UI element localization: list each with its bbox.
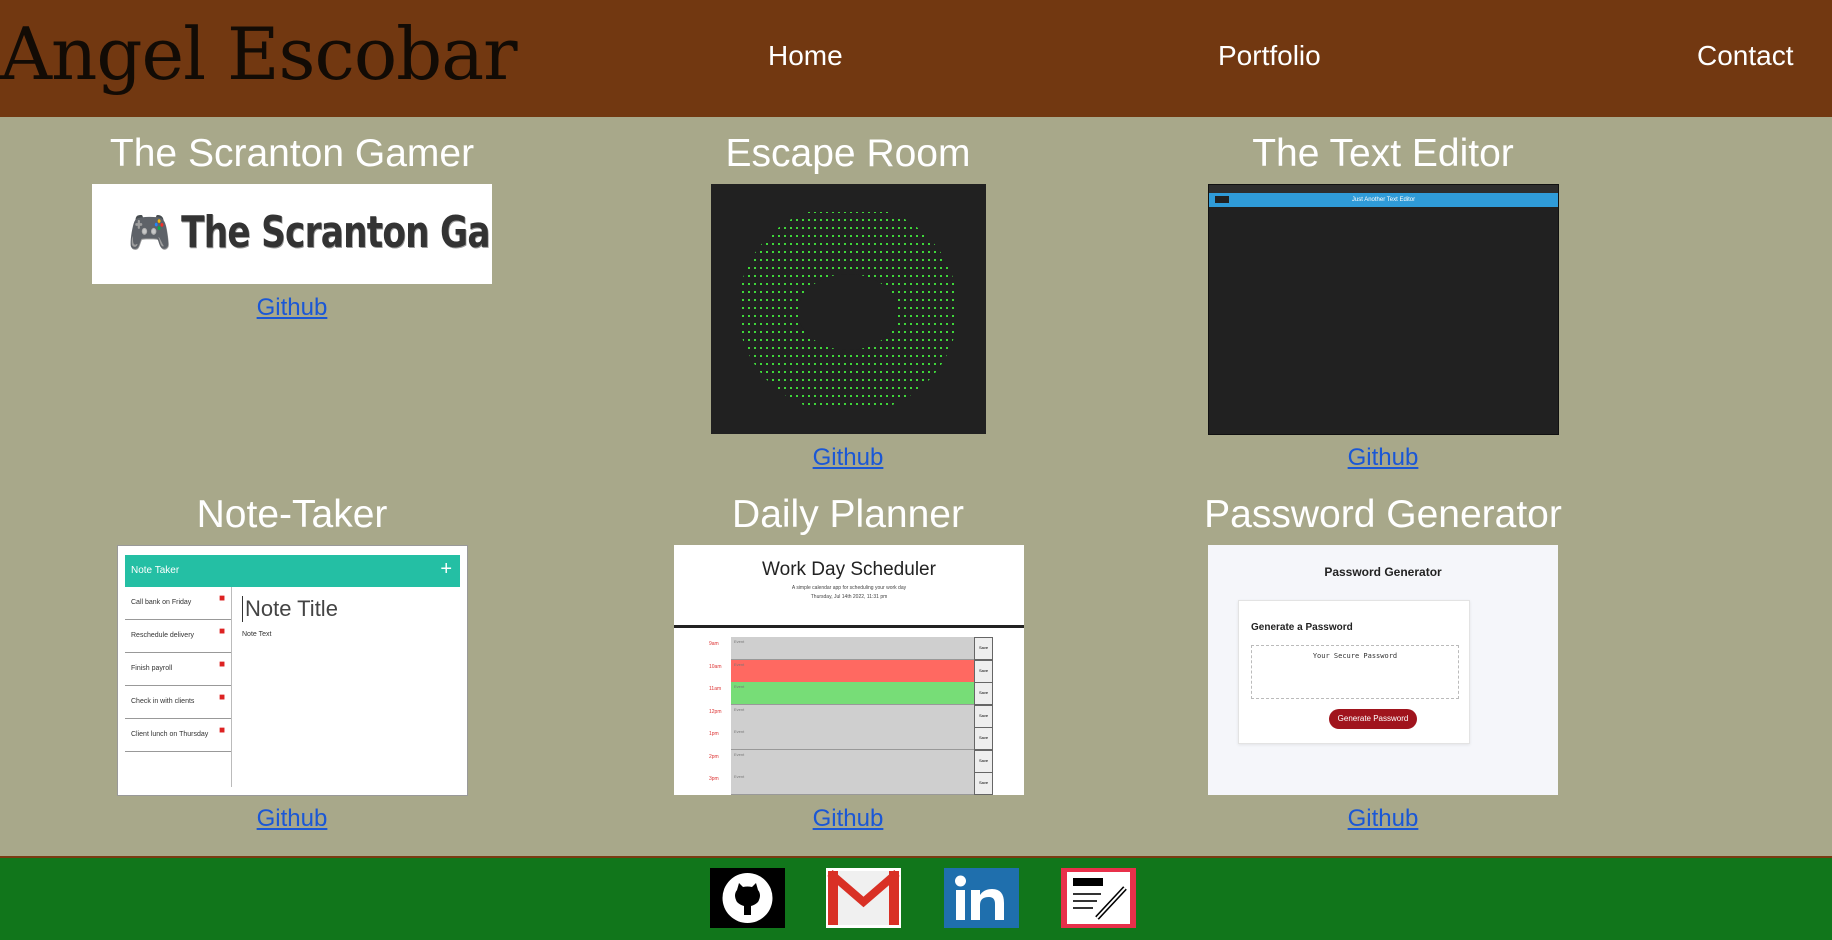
github-link[interactable]: Github — [1348, 805, 1419, 833]
project-screenshot-note-taker[interactable]: Note Taker + Call bank on Friday ■ Resche… — [117, 545, 468, 796]
planner-row: Event — [731, 749, 974, 773]
list-item: Call bank on Friday ■ — [125, 587, 231, 620]
planner-row: Event — [731, 704, 974, 728]
event-placeholder: Event — [734, 661, 745, 667]
note-text: Note Text — [242, 631, 272, 638]
hour-label: 2pm — [709, 753, 719, 760]
github-link[interactable]: Github — [813, 444, 884, 472]
hour-label: 1pm — [709, 731, 719, 737]
planner-date: Thursday, Jul 14th 2022, 11:31 pm — [810, 594, 888, 600]
plus-icon: + — [440, 558, 452, 580]
footer — [0, 856, 1832, 940]
planner-row: Event — [731, 727, 974, 750]
github-link[interactable]: Github — [813, 805, 884, 833]
password-output: Your Secure Password — [1251, 645, 1459, 699]
list-item: Client lunch on Thursday ■ — [125, 719, 231, 752]
save-button: Save — [974, 682, 993, 705]
project-title: The Text Editor — [1252, 132, 1514, 175]
generate-password-button: Generate Password — [1329, 709, 1417, 729]
trash-icon: ■ — [218, 659, 225, 670]
planner-title: Work Day Scheduler — [762, 559, 936, 580]
nav-contact[interactable]: Contact — [1697, 40, 1794, 72]
save-button: Save — [974, 772, 993, 795]
ascii-eye-graphic — [711, 184, 986, 434]
note-taker-title: Note Taker — [131, 565, 180, 576]
github-link[interactable]: Github — [257, 805, 328, 833]
github-icon[interactable] — [710, 868, 785, 928]
save-button: Save — [974, 637, 993, 660]
project-screenshot-text-editor[interactable]: Just Another Text Editor — [1208, 184, 1559, 435]
browser-tabbar — [1209, 185, 1558, 193]
hour-label: 9am — [709, 641, 719, 647]
install-button — [1215, 196, 1229, 203]
planner-row: Event — [731, 682, 974, 705]
event-placeholder: Event — [734, 729, 745, 734]
project-title: Escape Room — [725, 132, 971, 175]
save-button: Save — [974, 659, 993, 683]
hour-label: 10am — [709, 663, 722, 670]
brand-name: Angel Escobar — [0, 12, 518, 96]
project-title: Password Generator — [1204, 493, 1562, 536]
trash-icon: ■ — [218, 725, 225, 736]
list-item: Finish payroll ■ — [125, 653, 231, 686]
project-title: The Scranton Gamer — [109, 132, 475, 175]
event-placeholder: Event — [734, 774, 745, 779]
project-screenshot-password-generator[interactable]: Password Generator Generate a Password Y… — [1208, 545, 1558, 795]
password-heading: Password Generator — [1324, 565, 1442, 579]
list-item: Check in with clients ■ — [125, 686, 231, 719]
note-title: Note Title — [242, 596, 338, 622]
project-title: Note-Taker — [196, 493, 388, 536]
trash-icon: ■ — [218, 692, 225, 703]
note-taker-bar: Note Taker + — [125, 555, 460, 587]
password-card: Generate a Password Your Secure Password… — [1238, 600, 1470, 744]
nav-portfolio[interactable]: Portfolio — [1218, 40, 1321, 72]
save-button: Save — [974, 704, 993, 728]
hour-label: 3pm — [709, 776, 719, 782]
save-button: Save — [974, 749, 993, 773]
event-placeholder: Event — [734, 751, 745, 757]
resume-icon[interactable] — [1061, 868, 1136, 928]
linkedin-icon[interactable] — [944, 868, 1019, 928]
planner-row: Event — [731, 659, 974, 683]
gmail-icon[interactable] — [826, 868, 901, 928]
project-title: Daily Planner — [732, 493, 964, 536]
planner-row: Event — [731, 772, 974, 795]
list-item: Reschedule delivery ■ — [125, 620, 231, 653]
event-placeholder: Event — [734, 639, 745, 644]
project-screenshot-escape-room[interactable] — [711, 184, 986, 434]
planner-subtitle: A simple calendar app for scheduling you… — [791, 585, 907, 591]
project-screenshot-daily-planner[interactable]: Work Day Scheduler A simple calendar app… — [674, 545, 1024, 795]
planner-row: Event — [731, 637, 974, 660]
header: Angel Escobar Home Portfolio Contact — [0, 0, 1832, 117]
scranton-logo-text: 🎮 The Scranton Gamer 🎮 — [128, 207, 492, 258]
save-button: Save — [974, 727, 993, 750]
event-placeholder: Event — [734, 684, 745, 689]
github-link[interactable]: Github — [257, 294, 328, 322]
note-list: Call bank on Friday ■ Reschedule delivery… — [125, 587, 232, 787]
hour-label: 11am — [709, 686, 722, 692]
editor-titlebar: Just Another Text Editor — [1209, 193, 1558, 207]
card-title: Generate a Password — [1251, 622, 1353, 633]
divider — [674, 625, 1024, 628]
nav-home[interactable]: Home — [768, 40, 843, 72]
trash-icon: ■ — [218, 626, 225, 637]
event-placeholder: Event — [734, 706, 745, 712]
hour-label: 12pm — [709, 708, 722, 715]
project-screenshot-scranton-gamer[interactable]: 🎮 The Scranton Gamer 🎮 — [92, 184, 492, 284]
github-link[interactable]: Github — [1348, 444, 1419, 472]
trash-icon: ■ — [218, 593, 225, 604]
